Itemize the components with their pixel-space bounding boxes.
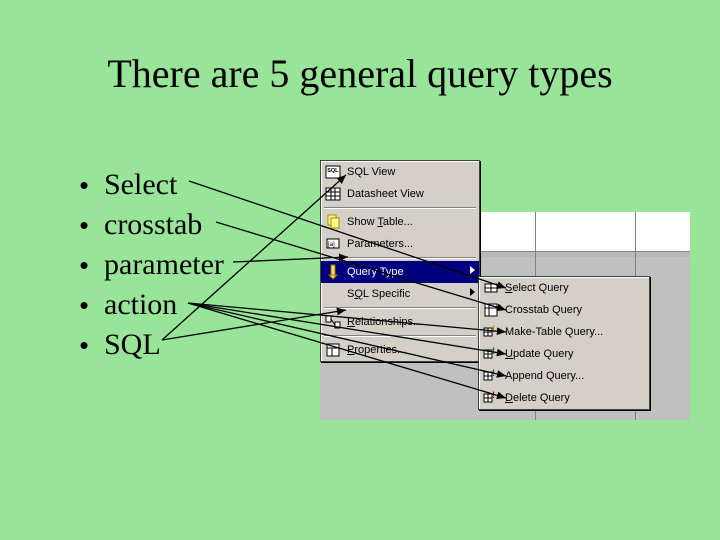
menu-item[interactable]: [a] Parameters...	[321, 233, 479, 255]
bullet-item: • Select	[72, 170, 177, 200]
relations-icon	[325, 314, 341, 330]
menu-item-label: SQL View	[347, 166, 395, 178]
bullet-dot-icon: •	[72, 212, 96, 238]
bullet-text: parameter	[104, 250, 224, 280]
menu-item[interactable]: Select Query	[479, 277, 649, 299]
view-menu[interactable]: SQL SQL View Datasheet View Show Table... [a…	[320, 160, 480, 362]
menu-item[interactable]: ! Make-Table Query...	[479, 321, 649, 343]
update-query-icon: !	[483, 346, 499, 362]
menu-item-label: Show Table...	[347, 216, 413, 228]
menu-item[interactable]: Datasheet View	[321, 183, 479, 205]
menu-item[interactable]: Crosstab Query	[479, 299, 649, 321]
params-icon: [a]	[325, 236, 341, 252]
query-type-icon	[325, 264, 341, 280]
menu-item[interactable]: Query Type	[321, 261, 479, 283]
svg-text:!: !	[492, 346, 495, 356]
menu-separator	[324, 307, 476, 309]
menu-item[interactable]: ! Update Query	[479, 343, 649, 365]
bullet-item: • parameter	[72, 250, 224, 280]
submenu-arrow-icon	[470, 288, 475, 296]
delete-query-icon: !	[483, 390, 499, 406]
bullet-text: crosstab	[104, 210, 202, 240]
menu-item-label: Select Query	[505, 282, 569, 294]
bullet-dot-icon: •	[72, 332, 96, 358]
menu-item-label: Query Type	[347, 266, 404, 278]
bullet-dot-icon: •	[72, 172, 96, 198]
svg-text:!: !	[492, 390, 495, 400]
bullet-text: action	[104, 290, 177, 320]
context-menu-area: SQL SQL View Datasheet View Show Table... [a…	[320, 160, 690, 420]
menu-item-label: Parameters...	[347, 238, 413, 250]
crosstab-query-icon	[483, 302, 499, 318]
menu-item[interactable]: Show Table...	[321, 211, 479, 233]
bullet-dot-icon: •	[72, 292, 96, 318]
menu-item[interactable]: SQL Specific	[321, 283, 479, 305]
svg-text:!: !	[492, 368, 495, 378]
select-query-icon	[483, 280, 499, 296]
bullet-dot-icon: •	[72, 252, 96, 278]
menu-item[interactable]: SQL SQL View	[321, 161, 479, 183]
menu-separator	[324, 207, 476, 209]
menu-item-label: Delete Query	[505, 392, 570, 404]
bullet-text: SQL	[104, 330, 161, 360]
bullet-item: • action	[72, 290, 177, 320]
svg-text:!: !	[492, 324, 495, 334]
menu-separator	[324, 335, 476, 337]
submenu-arrow-icon	[470, 266, 475, 274]
menu-separator	[324, 257, 476, 259]
menu-item[interactable]: ! Append Query...	[479, 365, 649, 387]
menu-item-label: Datasheet View	[347, 188, 424, 200]
menu-item-label: SQL Specific	[347, 288, 410, 300]
slide-title: There are 5 general query types	[0, 50, 720, 97]
sql-icon: SQL	[325, 164, 341, 180]
menu-item-label: Append Query...	[505, 370, 584, 382]
svg-text:SQL: SQL	[327, 168, 339, 174]
blank-icon	[325, 286, 341, 302]
show-table-icon	[325, 214, 341, 230]
menu-item-label: Update Query	[505, 348, 574, 360]
menu-item-label: Make-Table Query...	[505, 326, 603, 338]
menu-item-label: Properties...	[347, 344, 406, 356]
query-type-submenu[interactable]: Select Query Crosstab Query! Make-Table Qu…	[478, 276, 650, 410]
properties-icon	[325, 342, 341, 358]
menu-item[interactable]: Properties...	[321, 339, 479, 361]
bullet-item: • SQL	[72, 330, 161, 360]
append-query-icon: !	[483, 368, 499, 384]
menu-item-label: Relationships...	[347, 316, 422, 328]
maketable-icon: !	[483, 324, 499, 340]
bullet-text: Select	[104, 170, 177, 200]
bullet-item: • crosstab	[72, 210, 202, 240]
menu-item[interactable]: ! Delete Query	[479, 387, 649, 409]
menu-item-label: Crosstab Query	[505, 304, 582, 316]
svg-text:[a]: [a]	[328, 242, 335, 248]
datasheet-icon	[325, 186, 341, 202]
menu-item[interactable]: Relationships...	[321, 311, 479, 333]
